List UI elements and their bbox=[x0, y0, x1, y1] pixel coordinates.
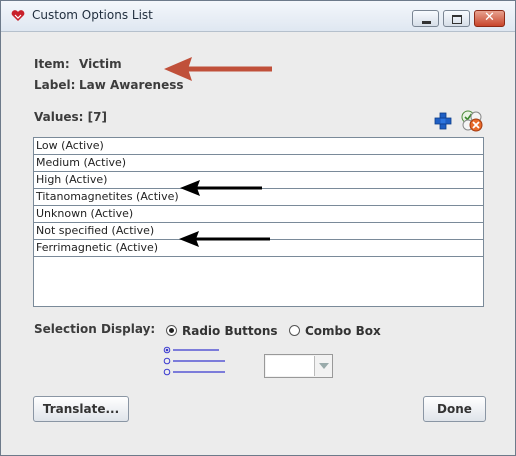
combo-preview-field bbox=[266, 356, 315, 376]
translate-button[interactable]: Translate... bbox=[33, 396, 129, 422]
close-button[interactable]: ✕ bbox=[474, 10, 505, 27]
plus-icon bbox=[434, 112, 452, 130]
remove-values-button[interactable] bbox=[460, 109, 484, 133]
close-icon: ✕ bbox=[484, 10, 495, 25]
combo-box-label: Combo Box bbox=[305, 324, 381, 338]
title-bar[interactable]: Custom Options List ✕ bbox=[1, 1, 515, 32]
radio-selected-indicator[interactable] bbox=[166, 325, 177, 336]
maximize-icon bbox=[452, 15, 462, 24]
combo-box-preview bbox=[264, 354, 333, 378]
list-item[interactable]: Titanomagnetites (Active) bbox=[34, 189, 483, 206]
minimize-icon bbox=[422, 21, 431, 24]
list-item[interactable]: Medium (Active) bbox=[34, 155, 483, 172]
item-label: Item: bbox=[34, 57, 70, 71]
label-value: Law Awareness bbox=[79, 78, 184, 92]
window-title: Custom Options List bbox=[32, 8, 153, 22]
chevron-down-icon bbox=[319, 363, 329, 369]
maximize-button[interactable] bbox=[443, 10, 470, 27]
minimize-button[interactable] bbox=[412, 10, 439, 27]
list-item[interactable]: Low (Active) bbox=[34, 138, 483, 155]
radio-unselected-indicator[interactable] bbox=[289, 325, 300, 336]
done-button[interactable]: Done bbox=[423, 396, 486, 422]
radio-buttons-label: Radio Buttons bbox=[182, 324, 278, 338]
list-item[interactable]: Ferrimagnetic (Active) bbox=[34, 240, 483, 257]
label-label: Label: bbox=[34, 78, 76, 92]
list-item[interactable]: High (Active) bbox=[34, 172, 483, 189]
remove-items-icon bbox=[461, 110, 483, 132]
list-item[interactable]: Not specified (Active) bbox=[34, 223, 483, 240]
values-heading: Values: [7] bbox=[34, 110, 107, 124]
dialog-window: Custom Options List ✕ Item: Victim Label… bbox=[0, 0, 516, 456]
radio-preview-icon bbox=[163, 346, 225, 376]
values-list[interactable]: Low (Active) Medium (Active) High (Activ… bbox=[33, 137, 484, 307]
heart-app-icon bbox=[11, 10, 25, 21]
selection-display-label: Selection Display: bbox=[34, 322, 156, 336]
item-value: Victim bbox=[79, 57, 122, 71]
add-value-button[interactable] bbox=[433, 111, 453, 131]
list-item[interactable]: Unknown (Active) bbox=[34, 206, 483, 223]
